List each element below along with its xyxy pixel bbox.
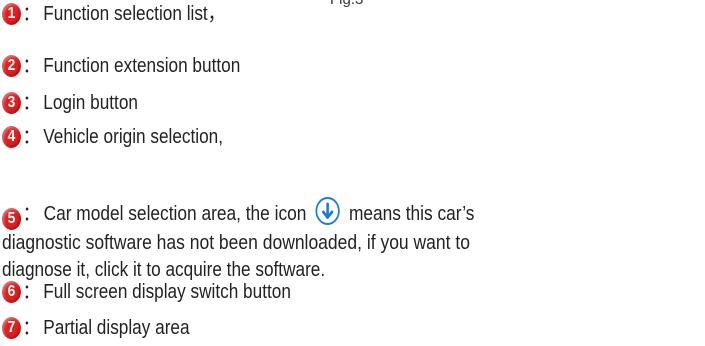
paragraph-text-before-icon: Car model selection area, the icon [43, 203, 307, 225]
separator: ： [22, 126, 40, 148]
number-badge-7: 7 [2, 317, 21, 339]
separator: ： [22, 92, 40, 114]
item-label: Full screen display switch button [43, 281, 291, 303]
number-badge-3: 3 [2, 92, 21, 114]
number-badge-2: 2 [2, 55, 21, 77]
list-item: 3 ： Login button [2, 91, 138, 115]
list-item: 2 ： Function extension button [2, 54, 240, 78]
number-badge-4: 4 [2, 126, 21, 148]
paragraph-item-5: 5： Car model selection area, the icon mea… [2, 196, 704, 284]
list-item: 4 ： Vehicle origin selection, [2, 125, 223, 149]
item-label: Function extension button [43, 55, 241, 77]
download-arrow-icon [315, 197, 340, 225]
separator: ： [22, 203, 41, 225]
separator: ： [22, 317, 40, 339]
separator: ： [22, 55, 40, 77]
paragraph-text-after-icon: means this car’s [348, 203, 475, 225]
figure-caption: Fig.3 [330, 0, 363, 8]
item-label: Partial display area [43, 317, 190, 339]
number-badge-5: 5 [2, 208, 22, 230]
number-badge-1: 1 [2, 3, 21, 25]
item-label: Login button [43, 92, 138, 114]
paragraph-line-1: 5： Car model selection area, the icon mea… [2, 196, 610, 230]
paragraph-line-2: diagnostic software has not been downloa… [2, 232, 470, 254]
item-label: Function selection list， [43, 3, 225, 25]
number-badge-6: 6 [2, 281, 21, 303]
item-label: Vehicle origin selection, [43, 126, 224, 148]
list-item: 7 ： Partial display area [2, 316, 190, 340]
separator: ： [22, 281, 40, 303]
separator: ： [22, 3, 40, 25]
list-item: 6 ： Full screen display switch button [2, 280, 291, 304]
list-item: 1 ： Function selection list， [2, 2, 225, 26]
